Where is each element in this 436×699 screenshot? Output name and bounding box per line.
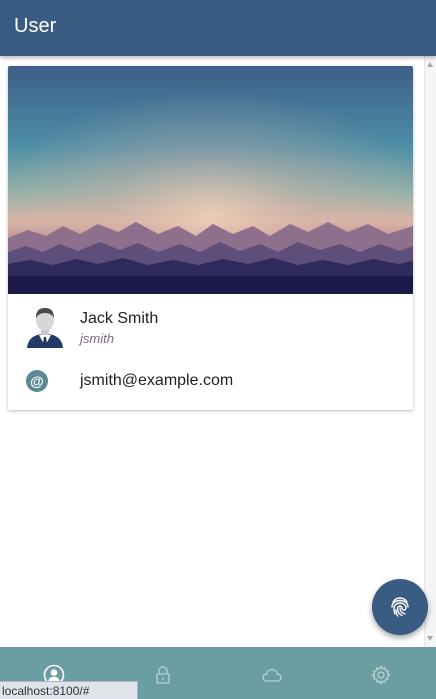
settings-icon [371, 665, 391, 685]
header-bar: User [0, 0, 436, 56]
at-sign-icon: @ [26, 370, 48, 392]
fingerprint-fab-button[interactable] [372, 579, 428, 635]
avatar [26, 306, 64, 348]
app-window: User Jack Smith jsmith @ jsmith@example.… [0, 0, 436, 699]
content-area[interactable]: Jack Smith jsmith @ jsmith@example.com [0, 56, 424, 647]
scrollbar[interactable] [424, 56, 436, 647]
scroll-down-arrow-icon[interactable] [427, 636, 433, 641]
tab-cloud[interactable] [218, 647, 327, 699]
card-cover-image [8, 66, 413, 294]
fingerprint-icon [391, 597, 409, 617]
user-email: jsmith@example.com [80, 372, 234, 389]
lock-icon [156, 666, 170, 684]
cloud-icon [262, 668, 282, 682]
status-bar-url: localhost:8100/# [0, 681, 139, 699]
scroll-up-arrow-icon[interactable] [427, 62, 433, 67]
page-title: User [14, 15, 57, 37]
email-row[interactable]: @ jsmith@example.com [8, 362, 413, 410]
tab-settings[interactable] [327, 647, 436, 699]
user-card: Jack Smith jsmith @ jsmith@example.com [8, 66, 413, 410]
user-row[interactable]: Jack Smith jsmith [8, 294, 413, 362]
user-name: Jack Smith [80, 310, 159, 327]
user-handle: jsmith [80, 331, 114, 346]
